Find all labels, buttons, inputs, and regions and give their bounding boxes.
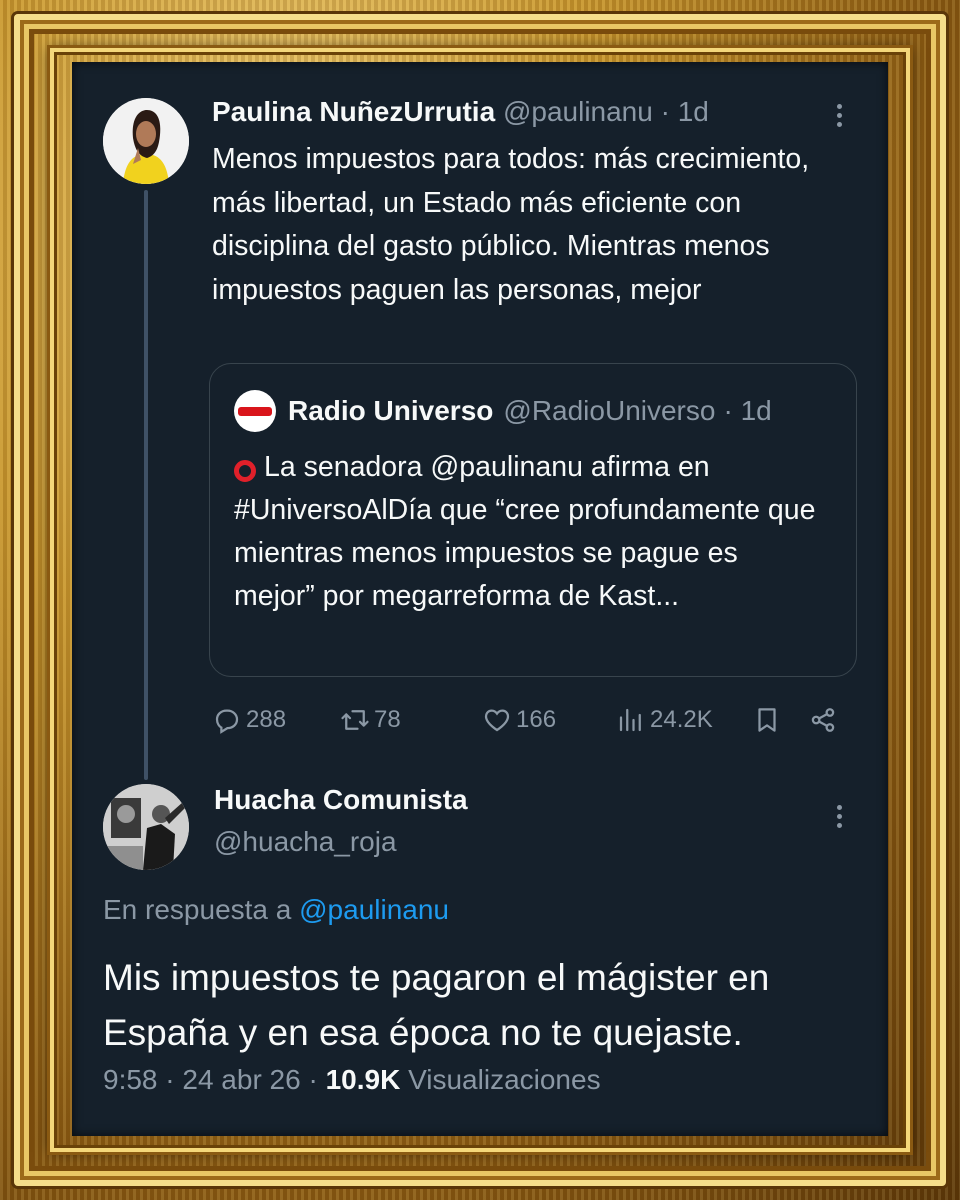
reply-views-count: 10.9K (325, 1064, 401, 1095)
views-icon (619, 708, 641, 732)
reply-timestamp[interactable]: 9:58 · 24 abr 26 · (103, 1064, 318, 1095)
in-reply-prefix: En respuesta a (103, 894, 292, 925)
like-icon (484, 709, 510, 732)
reply-views-label: Visualizaciones (408, 1064, 601, 1095)
reply-author-avatar[interactable] (103, 784, 189, 870)
views-count: 24.2K (650, 706, 713, 733)
tweet-header: Paulina NuñezUrrutia @paulinanu · 1d (212, 96, 709, 128)
quoted-tweet-card[interactable]: Radio Universo @RadioUniverso · 1d La se… (209, 363, 857, 677)
tweet-screen: Paulina NuñezUrrutia @paulinanu · 1d Men… (72, 62, 888, 1136)
author-avatar[interactable] (103, 98, 189, 184)
views-button[interactable]: 24.2K (616, 700, 713, 740)
quoted-author-handle: @RadioUniverso (503, 395, 716, 426)
author-name[interactable]: Paulina NuñezUrrutia (212, 96, 495, 127)
quoted-tweet-text-block: La senadora @paulinanu afirma en #Univer… (234, 446, 824, 618)
like-count: 166 (516, 706, 557, 733)
reply-button[interactable]: 288 (212, 700, 286, 740)
reply-count: 288 (246, 706, 287, 733)
quoted-tweet-header: Radio Universo @RadioUniverso · 1d (234, 390, 772, 432)
reply-text: Mis impuestos te pagaron el mágister en … (103, 957, 770, 1053)
red-circle-icon (234, 460, 256, 482)
bookmark-icon (758, 708, 776, 732)
tweet-time[interactable]: · 1d (661, 96, 709, 127)
quoted-tweet-time: · 1d (723, 395, 772, 426)
in-reply-handle-link[interactable]: @paulinanu (299, 894, 449, 925)
retweet-icon (341, 710, 369, 730)
tweet-text: Menos impuestos para todos: más crecimie… (212, 143, 810, 306)
reply-icon (215, 709, 239, 734)
share-icon (811, 708, 835, 732)
more-icon[interactable] (825, 100, 855, 130)
thread-connector-line (144, 190, 148, 780)
quoted-tweet-text: La senadora @paulinanu afirma en #Univer… (234, 451, 816, 612)
author-handle[interactable]: @paulinanu (503, 96, 653, 127)
in-reply-to: En respuesta a @paulinanu (103, 894, 449, 926)
retweet-button[interactable]: 78 (340, 700, 401, 740)
reply-meta: 9:58 · 24 abr 26 · 10.9K Visualizaciones (103, 1064, 601, 1096)
bookmark-button[interactable] (752, 700, 786, 740)
share-button[interactable] (808, 700, 842, 740)
retweet-count: 78 (374, 706, 401, 733)
quoted-author-name: Radio Universo (288, 395, 494, 426)
radio-universo-logo (234, 390, 276, 432)
reply-author-name[interactable]: Huacha Comunista (214, 784, 468, 816)
like-button[interactable]: 166 (482, 700, 556, 740)
reply-author-handle[interactable]: @huacha_roja (214, 826, 397, 858)
tweet-actions-bar: 288 78 166 24.2K (212, 700, 852, 740)
more-icon[interactable] (825, 801, 855, 831)
